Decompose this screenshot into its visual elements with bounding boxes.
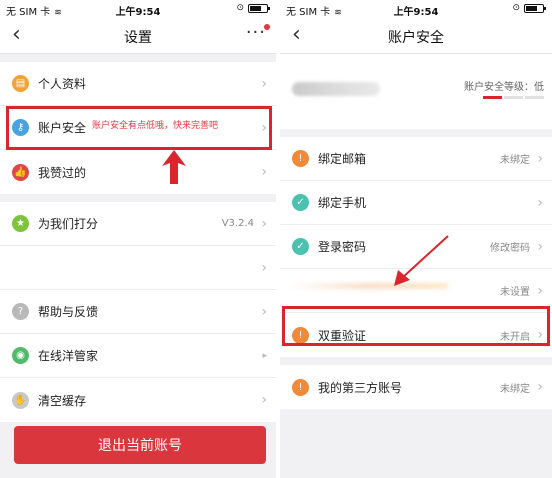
battery-icon bbox=[524, 3, 546, 13]
chevron-right-icon: › bbox=[537, 379, 543, 395]
check-icon: ✓ bbox=[292, 194, 309, 211]
status-time: 上午9:54 bbox=[393, 7, 439, 18]
rotation-lock-icon: ⊙ bbox=[236, 3, 244, 13]
security-item-label: 登录密码 bbox=[318, 240, 367, 254]
status-bar: 无 SIM 卡 ≋ 上午9:54 ⊙ bbox=[280, 0, 552, 18]
chevron-right-icon: › bbox=[537, 238, 543, 255]
version-label: V3.2.4 bbox=[221, 218, 254, 229]
account-header: 账户安全等级：低 bbox=[280, 54, 552, 129]
chevron-right-icon: › bbox=[261, 215, 267, 232]
chevron-right-icon: › bbox=[261, 392, 267, 408]
settings-screen: 无 SIM 卡 ≋ 上午9:54 ⊙ ‹ 设置 ··· ▤ 个人资料 › ⚷ 账户… bbox=[0, 0, 276, 478]
chevron-right-icon: › bbox=[261, 75, 267, 92]
security-item-label: 绑定手机 bbox=[318, 196, 367, 210]
chevron-right-icon: › bbox=[261, 164, 267, 180]
chevron-right-icon: › bbox=[537, 150, 543, 167]
status-bar: 无 SIM 卡 ≋ 上午9:54 ⊙ bbox=[0, 0, 276, 18]
page-title: 设置 bbox=[124, 30, 152, 46]
settings-group-2: ★ 为我们打分 V3.2.4 › › ? 帮助与反馈 › ◉ 在线洋管家 ▸ ✋… bbox=[0, 202, 276, 422]
security-item-email[interactable]: ! 绑定邮箱 未绑定 › bbox=[280, 137, 552, 181]
chevron-right-icon: › bbox=[537, 194, 543, 211]
settings-item-label: 在线洋管家 bbox=[38, 349, 99, 363]
chevron-right-icon: › bbox=[537, 282, 543, 299]
chevron-right-icon: ▸ bbox=[262, 350, 267, 361]
third-party-group: ! 我的第三方账号 未绑定 › bbox=[280, 365, 552, 409]
settings-item-label: 帮助与反馈 bbox=[38, 305, 99, 319]
notification-dot bbox=[264, 24, 270, 30]
settings-item-clear-cache[interactable]: ✋ 清空缓存 › bbox=[0, 378, 276, 422]
settings-item-label: 为我们打分 bbox=[38, 217, 99, 231]
security-item-label: 我的第三方账号 bbox=[318, 380, 403, 395]
rotation-lock-icon: ⊙ bbox=[512, 3, 520, 13]
id-card-icon: ▤ bbox=[12, 75, 29, 92]
check-icon: ✓ bbox=[292, 238, 309, 255]
security-item-third-party[interactable]: ! 我的第三方账号 未绑定 › bbox=[280, 365, 552, 409]
nav-bar: ‹ 设置 ··· bbox=[0, 18, 276, 54]
security-item-phone[interactable]: ✓ 绑定手机 › bbox=[280, 181, 552, 225]
arrow-up-icon bbox=[162, 150, 186, 184]
settings-item-label: 我赞过的 bbox=[38, 165, 87, 180]
arrow-diagonal-icon bbox=[394, 235, 449, 286]
security-item-status: 未设置 bbox=[500, 287, 530, 298]
nav-bar: ‹ 账户安全 bbox=[280, 18, 552, 54]
security-level-label: 账户安全等级：低 bbox=[464, 82, 544, 93]
warning-icon: ! bbox=[292, 378, 309, 396]
chevron-right-icon: › bbox=[261, 259, 267, 276]
question-icon: ? bbox=[12, 303, 29, 320]
highlight-box-two-factor bbox=[282, 306, 550, 346]
security-hint: 账户安全有点低哦，快来完善吧 bbox=[92, 121, 219, 131]
security-level-bar bbox=[483, 96, 544, 99]
security-item-status: 修改密码 bbox=[490, 243, 530, 254]
battery-icon bbox=[248, 3, 270, 13]
security-item-label: 绑定邮箱 bbox=[318, 152, 367, 166]
settings-item-liked[interactable]: 👍 我赞过的 › bbox=[0, 150, 276, 194]
status-time: 上午9:54 bbox=[115, 7, 161, 18]
settings-item-label: 清空缓存 bbox=[38, 393, 87, 408]
level-segment bbox=[483, 96, 502, 99]
page-title: 账户安全 bbox=[388, 30, 444, 46]
settings-item-profile[interactable]: ▤ 个人资料 › bbox=[0, 62, 276, 106]
chat-icon: ◉ bbox=[12, 347, 29, 364]
logout-button[interactable]: 退出当前账号 bbox=[14, 426, 266, 464]
security-item-status: 未绑定 bbox=[500, 155, 530, 166]
more-icon[interactable]: ··· bbox=[246, 22, 266, 43]
settings-item-label: 个人资料 bbox=[38, 77, 87, 91]
level-segment bbox=[525, 96, 544, 99]
settings-item-online-service[interactable]: ◉ 在线洋管家 ▸ bbox=[0, 334, 276, 378]
level-segment bbox=[504, 96, 523, 99]
security-item-status: 未绑定 bbox=[500, 383, 530, 395]
warning-icon: ! bbox=[292, 150, 309, 167]
settings-item-blank[interactable]: › bbox=[0, 246, 276, 290]
settings-item-rate[interactable]: ★ 为我们打分 V3.2.4 › bbox=[0, 202, 276, 246]
blurred-username bbox=[292, 82, 380, 96]
settings-item-help[interactable]: ? 帮助与反馈 › bbox=[0, 290, 276, 334]
star-icon: ★ bbox=[12, 215, 29, 232]
thumbs-up-icon: 👍 bbox=[12, 163, 29, 181]
chevron-right-icon: › bbox=[261, 303, 267, 320]
broom-icon: ✋ bbox=[12, 391, 29, 409]
